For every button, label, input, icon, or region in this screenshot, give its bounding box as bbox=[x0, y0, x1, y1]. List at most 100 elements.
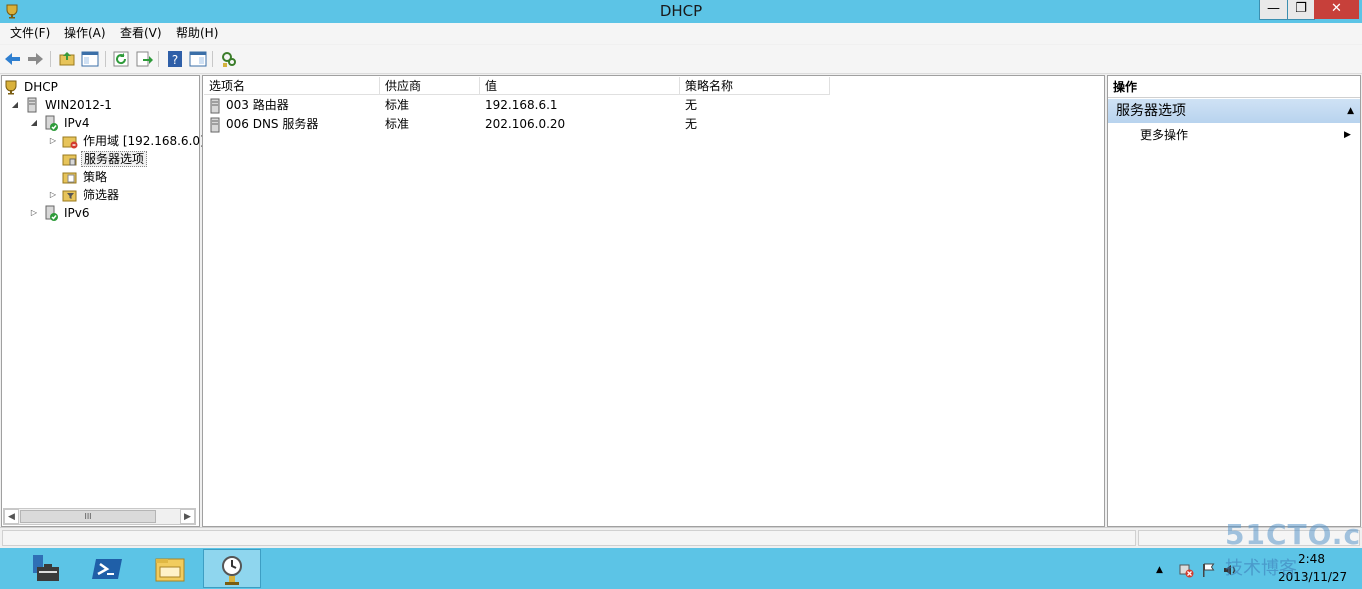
actions-pane: 操作 服务器选项 ▲ 更多操作 ▶ bbox=[1107, 75, 1361, 527]
tree-label: 筛选器 bbox=[83, 187, 120, 202]
toolbar-separator bbox=[50, 51, 51, 67]
column-header-option-name[interactable]: 选项名 bbox=[204, 77, 380, 95]
back-arrow-icon[interactable] bbox=[3, 49, 23, 69]
tree-node-ipv4[interactable]: ◢ IPv4 bbox=[29, 113, 92, 131]
cell-value: 202.106.0.20 bbox=[485, 117, 566, 131]
tree-label: IPv4 bbox=[64, 115, 90, 130]
server-manager-icon bbox=[33, 555, 59, 581]
tree-label: DHCP bbox=[24, 79, 58, 94]
watermark-logo: 51CTO.com bbox=[1225, 518, 1362, 551]
configure-options-icon[interactable] bbox=[219, 49, 239, 69]
tree-label: IPv6 bbox=[64, 205, 90, 220]
menu-action[interactable]: 操作(A) bbox=[60, 25, 110, 42]
restore-button[interactable]: ❐ bbox=[1287, 0, 1315, 20]
dhcp-app-icon[interactable] bbox=[4, 3, 20, 19]
cell-option-name: 006 DNS 服务器 bbox=[208, 115, 318, 134]
tree-node-policies[interactable]: 策略 bbox=[48, 167, 109, 185]
taskbar-dhcp[interactable] bbox=[203, 549, 261, 588]
policies-folder-icon bbox=[62, 169, 78, 185]
options-list[interactable]: 选项名 供应商 值 策略名称 003 路由器 标准 192.168.6.1 无 … bbox=[202, 75, 1105, 527]
tree-node-filters[interactable]: ▷ 筛选器 bbox=[48, 185, 121, 203]
collapse-triangle-icon[interactable]: ◢ bbox=[10, 96, 20, 114]
tree-label: 策略 bbox=[83, 169, 108, 184]
toolbar-separator bbox=[212, 51, 213, 67]
option-server-icon bbox=[208, 98, 222, 114]
up-folder-icon[interactable] bbox=[57, 49, 77, 69]
properties-pane-icon[interactable] bbox=[188, 49, 208, 69]
taskbar-powershell[interactable] bbox=[79, 549, 137, 588]
expand-triangle-icon[interactable]: ▷ bbox=[29, 204, 39, 222]
tree-node-server-options[interactable]: 服务器选项 bbox=[48, 149, 148, 167]
scroll-right-icon[interactable]: ▶ bbox=[180, 509, 195, 524]
file-explorer-icon bbox=[155, 558, 185, 582]
server-icon bbox=[24, 97, 40, 113]
show-hide-console-tree-icon[interactable] bbox=[80, 49, 100, 69]
ipv6-check-icon bbox=[43, 205, 59, 221]
option-server-icon bbox=[208, 117, 222, 133]
filter-folder-icon bbox=[62, 187, 78, 203]
tree-horizontal-scrollbar[interactable]: ◀ III ▶ bbox=[3, 508, 196, 525]
taskbar-server-manager[interactable] bbox=[16, 549, 74, 588]
toolbar-separator bbox=[158, 51, 159, 67]
powershell-icon bbox=[92, 559, 122, 579]
tree-label: 作用域 [192.168.6.0] bbox=[83, 133, 205, 148]
expand-triangle-icon[interactable]: ▷ bbox=[48, 132, 58, 150]
close-button[interactable]: ✕ bbox=[1314, 0, 1359, 19]
dhcp-clock-icon bbox=[222, 556, 242, 585]
tree-node-dhcp[interactable]: DHCP bbox=[3, 77, 60, 95]
scrollbar-thumb[interactable]: III bbox=[20, 510, 156, 523]
collapse-up-icon[interactable]: ▲ bbox=[1347, 99, 1354, 123]
server-options-folder-icon bbox=[62, 151, 78, 167]
help-icon[interactable]: ? bbox=[165, 49, 185, 69]
cell-policy: 无 bbox=[685, 117, 698, 131]
column-header-vendor[interactable]: 供应商 bbox=[380, 77, 480, 95]
tree-node-ipv6[interactable]: ▷ IPv6 bbox=[29, 203, 92, 221]
scope-folder-icon bbox=[62, 133, 78, 149]
console-tree[interactable]: DHCP ◢ WIN2012-1 ◢ IPv4 ▷ 作用域 [192.168.6.0]… bbox=[1, 75, 205, 527]
export-list-icon[interactable] bbox=[134, 49, 154, 69]
menu-view[interactable]: 查看(V) bbox=[116, 25, 166, 42]
actions-title: 操作 bbox=[1108, 76, 1360, 98]
forward-arrow-icon[interactable] bbox=[25, 49, 45, 69]
table-row[interactable]: 003 路由器 标准 192.168.6.1 无 bbox=[203, 96, 1103, 115]
actions-section-label: 服务器选项 bbox=[1116, 103, 1186, 119]
tree-label: 服务器选项 bbox=[81, 150, 148, 167]
cell-option-name: 003 路由器 bbox=[208, 96, 289, 115]
refresh-icon[interactable] bbox=[111, 49, 131, 69]
ipv4-check-icon bbox=[43, 115, 59, 131]
scroll-left-icon[interactable]: ◀ bbox=[4, 509, 19, 524]
menu-bar: 文件(F) 操作(A) 查看(V) 帮助(H) bbox=[0, 23, 1362, 44]
taskbar: ▲ 2:48 2013/11/27 bbox=[0, 548, 1362, 589]
expand-triangle-icon[interactable]: ▷ bbox=[48, 186, 58, 204]
watermark-subtitle: 技术博客 bbox=[1225, 558, 1297, 579]
cell-value: 192.168.6.1 bbox=[485, 98, 558, 112]
show-hidden-icons[interactable]: ▲ bbox=[1156, 562, 1172, 578]
minimize-button[interactable]: — bbox=[1259, 0, 1288, 20]
title-bar[interactable] bbox=[0, 0, 1362, 23]
svg-text:?: ? bbox=[172, 53, 178, 67]
clock-time[interactable]: 2:48 bbox=[1298, 552, 1325, 566]
dhcp-trophy-icon bbox=[3, 79, 19, 95]
collapse-triangle-icon[interactable]: ◢ bbox=[29, 114, 39, 132]
cell-policy: 无 bbox=[685, 98, 698, 112]
menu-file[interactable]: 文件(F) bbox=[6, 25, 54, 42]
actions-section-server-options[interactable]: 服务器选项 ▲ bbox=[1108, 99, 1360, 123]
column-header-policy-name[interactable]: 策略名称 bbox=[680, 77, 830, 95]
column-header-value[interactable]: 值 bbox=[480, 77, 680, 95]
table-row[interactable]: 006 DNS 服务器 标准 202.106.0.20 无 bbox=[203, 115, 1103, 134]
action-center-flag-icon[interactable] bbox=[1200, 562, 1216, 578]
status-panel bbox=[2, 530, 1136, 546]
tree-node-scope[interactable]: ▷ 作用域 [192.168.6.0] bbox=[48, 131, 207, 149]
submenu-arrow-icon[interactable]: ▶ bbox=[1344, 126, 1351, 144]
cell-vendor: 标准 bbox=[385, 117, 410, 131]
status-bar bbox=[0, 527, 1362, 548]
cell-vendor: 标准 bbox=[385, 98, 410, 112]
toolbar: ? bbox=[0, 45, 1362, 74]
tree-node-server[interactable]: ◢ WIN2012-1 bbox=[10, 95, 114, 113]
toolbar-separator bbox=[105, 51, 106, 67]
taskbar-file-explorer[interactable] bbox=[141, 549, 199, 588]
tree-label: WIN2012-1 bbox=[45, 97, 112, 112]
network-warning-icon[interactable] bbox=[1178, 562, 1194, 578]
menu-help[interactable]: 帮助(H) bbox=[172, 25, 222, 42]
more-actions-item[interactable]: 更多操作 bbox=[1140, 126, 1188, 144]
